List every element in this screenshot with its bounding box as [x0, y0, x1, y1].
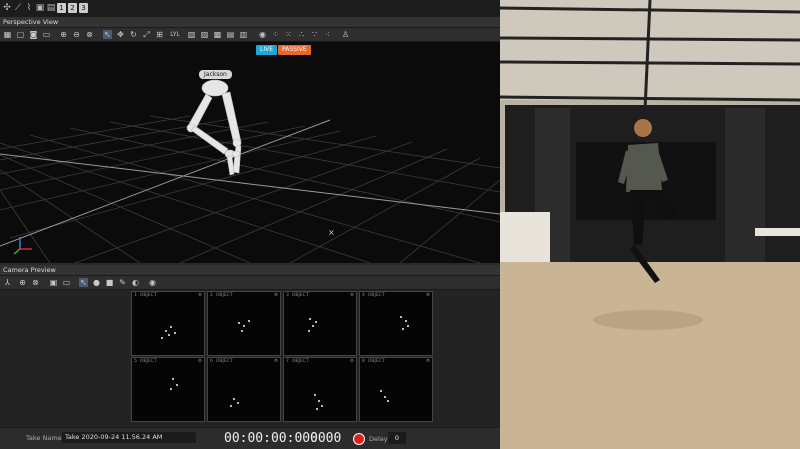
- markers-4-icon[interactable]: ∵: [310, 30, 319, 39]
- camera-settings-icon[interactable]: ⚙: [426, 359, 430, 364]
- camera-preview-toolbar: ⅄ ⊕ ⊗ ▣ ▭ ↖ ● ■ ✎ ◐ ◉: [0, 276, 500, 290]
- camera-index: 2: [210, 293, 213, 298]
- camera-index: 7: [286, 359, 289, 364]
- camera-index: 5: [134, 359, 137, 364]
- camera-view[interactable]: 4 OBJECT ⚙: [359, 291, 433, 356]
- cam-video-icon[interactable]: ▭: [62, 278, 71, 287]
- studio-scene: [500, 0, 800, 449]
- markers-2-icon[interactable]: ⁙: [284, 30, 293, 39]
- camera-settings-icon[interactable]: ⚙: [350, 293, 354, 298]
- camera-index: 3: [286, 293, 289, 298]
- layout-2-button[interactable]: 2: [68, 3, 77, 13]
- view-icon[interactable]: ▢: [16, 30, 25, 39]
- skeleton-icon[interactable]: ✣: [2, 3, 12, 13]
- zoom-out-icon[interactable]: ⊖: [72, 30, 81, 39]
- layout-icon[interactable]: ⅄: [3, 278, 12, 287]
- camera-settings-icon[interactable]: ⚙: [426, 293, 430, 298]
- cam-pen-icon[interactable]: ✎: [118, 278, 127, 287]
- timecode-display: 00:00:00:000: [224, 431, 318, 446]
- take-name-label: Take Name:: [26, 434, 64, 442]
- camera-settings-icon[interactable]: ⚙: [198, 293, 202, 298]
- markers-icon[interactable]: ⁘: [271, 30, 280, 39]
- perspective-view-title: Perspective View: [0, 17, 500, 28]
- cam-record-icon[interactable]: ●: [92, 278, 101, 287]
- rigid-body-icon[interactable]: ⌇: [24, 3, 34, 13]
- camera-mode: OBJECT: [215, 359, 233, 364]
- person-icon[interactable]: ♙: [341, 30, 350, 39]
- tool-c-icon[interactable]: ▩: [213, 30, 222, 39]
- camera-icon[interactable]: ▣: [35, 3, 45, 13]
- pivot-icon[interactable]: ⊞: [155, 30, 164, 39]
- translate-icon[interactable]: ✥: [116, 30, 125, 39]
- cam-zoom-in-icon[interactable]: ⊕: [18, 278, 27, 287]
- record-bar: Take Name: Take 2020-09-24 11.56.24 AM 0…: [0, 427, 500, 449]
- video-icon[interactable]: ▭: [42, 30, 51, 39]
- camera-view[interactable]: 8 OBJECT ⚙: [359, 357, 433, 422]
- camera-settings-icon[interactable]: ⚙: [198, 359, 202, 364]
- camera-settings-icon[interactable]: ⚙: [274, 359, 278, 364]
- layout-1-button[interactable]: 1: [57, 3, 66, 13]
- camera-index: 4: [362, 293, 365, 298]
- layout-3-button[interactable]: 3: [79, 3, 88, 13]
- camera-grid: 1 OBJECT ⚙ 2 OBJECT ⚙ 3 OBJECT ⚙ 4 OBJECT ⚙ …: [0, 290, 500, 427]
- camera-mode: OBJECT: [291, 293, 309, 298]
- camera-view[interactable]: 2 OBJECT ⚙: [207, 291, 281, 356]
- camera-mode: OBJECT: [367, 293, 385, 298]
- passive-badge[interactable]: PASSIVE: [278, 45, 311, 55]
- rotate-icon[interactable]: ↻: [129, 30, 138, 39]
- skeleton-name-tag: Jackson: [199, 70, 232, 79]
- markers-3-icon[interactable]: ∴: [297, 30, 306, 39]
- frame-counter: 0000: [310, 431, 342, 446]
- camera-index: 1: [134, 293, 137, 298]
- live-badge[interactable]: LIVE: [256, 45, 278, 55]
- reference-video: [500, 0, 800, 449]
- cam-mask-icon[interactable]: ◐: [131, 278, 140, 287]
- visibility-icon[interactable]: ◉: [258, 30, 267, 39]
- cam-eye-icon[interactable]: ◉: [148, 278, 157, 287]
- delay-label: Delay: [369, 435, 388, 443]
- markers-5-icon[interactable]: ⁖: [323, 30, 332, 39]
- camera-settings-icon[interactable]: ⚙: [350, 359, 354, 364]
- graph-icon[interactable]: ⟋: [13, 3, 23, 13]
- camera-index: 6: [210, 359, 213, 364]
- camera-mode: OBJECT: [291, 359, 309, 364]
- top-toolbar: ✣ ⟋ ⌇ ▣ ▤ 1 2 3: [0, 0, 500, 18]
- tool-b-icon[interactable]: ▨: [200, 30, 209, 39]
- camera-view[interactable]: 3 OBJECT ⚙: [283, 291, 357, 356]
- layout-label-button[interactable]: LYL: [168, 30, 182, 39]
- camera-mode: OBJECT: [367, 359, 385, 364]
- camera-mode: OBJECT: [215, 293, 233, 298]
- cam-stop-icon[interactable]: ■: [105, 278, 114, 287]
- select-cursor-icon[interactable]: ↖: [103, 30, 112, 39]
- camera-preview-title: Camera Preview: [0, 265, 500, 276]
- perspective-viewport[interactable]: × LIVE PASSIVE Jackson: [0, 42, 500, 263]
- delay-input[interactable]: 0: [388, 432, 406, 444]
- camera-view[interactable]: 5 OBJECT ⚙: [131, 357, 205, 422]
- camera-index: 8: [362, 359, 365, 364]
- tool-e-icon[interactable]: ▥: [239, 30, 248, 39]
- camera-view[interactable]: 6 OBJECT ⚙: [207, 357, 281, 422]
- motive-app: ✣ ⟋ ⌇ ▣ ▤ 1 2 3 Perspective View ▦ ▢ ◙ ▭…: [0, 0, 500, 449]
- take-name-input[interactable]: Take 2020-09-24 11.56.24 AM: [62, 432, 196, 443]
- cam-select-icon[interactable]: ↖: [79, 278, 88, 287]
- document-icon[interactable]: ▤: [46, 3, 56, 13]
- camera-view[interactable]: 7 OBJECT ⚙: [283, 357, 357, 422]
- camera-settings-icon[interactable]: ⚙: [274, 293, 278, 298]
- tool-a-icon[interactable]: ▧: [187, 30, 196, 39]
- camera-snap-icon[interactable]: ◙: [29, 30, 38, 39]
- tool-d-icon[interactable]: ▤: [226, 30, 235, 39]
- scale-icon[interactable]: ⤢: [142, 30, 151, 39]
- perspective-toolbar: ▦ ▢ ◙ ▭ ⊕ ⊖ ⊗ ↖ ✥ ↻ ⤢ ⊞ LYL ▧ ▨ ▩ ▤ ▥ ◉ …: [0, 28, 500, 42]
- zoom-in-icon[interactable]: ⊕: [59, 30, 68, 39]
- svg-text:×: ×: [328, 228, 335, 237]
- cam-zoom-fit-icon[interactable]: ⊗: [31, 278, 40, 287]
- floor-grid: ×: [0, 79, 500, 263]
- camera-mode: OBJECT: [139, 293, 157, 298]
- grid-icon[interactable]: ▦: [3, 30, 12, 39]
- cam-frame-icon[interactable]: ▣: [49, 278, 58, 287]
- zoom-fit-icon[interactable]: ⊗: [85, 30, 94, 39]
- camera-mode: OBJECT: [139, 359, 157, 364]
- record-button[interactable]: [353, 433, 365, 445]
- camera-view[interactable]: 1 OBJECT ⚙: [131, 291, 205, 356]
